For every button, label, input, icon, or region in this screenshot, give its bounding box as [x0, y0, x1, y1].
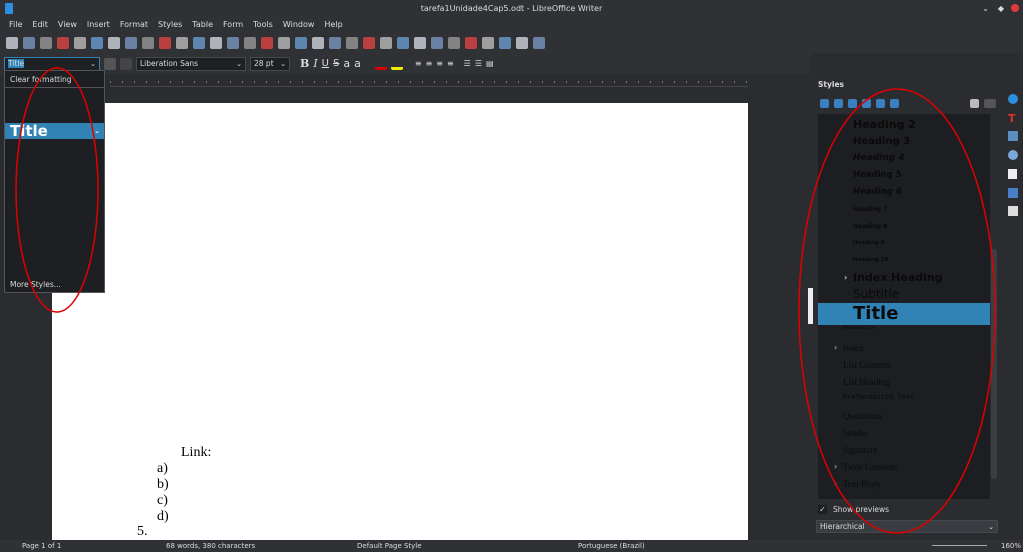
annotation-ellipse — [15, 67, 99, 313]
annotation-ellipse — [798, 88, 996, 534]
annotation-overlay — [15, 67, 996, 534]
